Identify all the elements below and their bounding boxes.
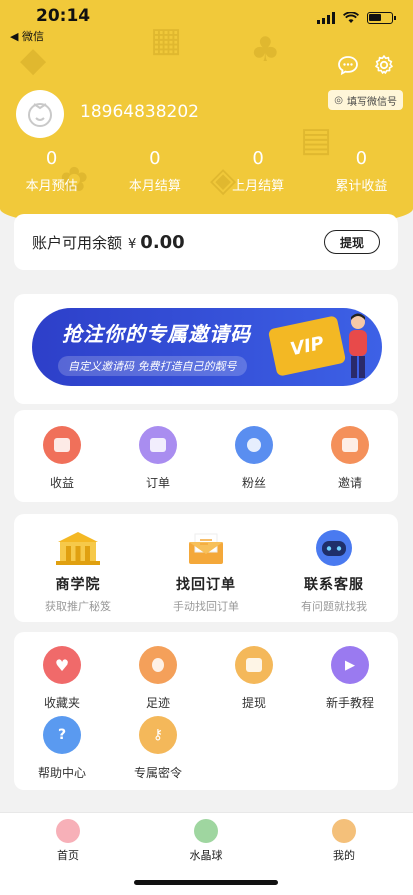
status-time: 20:14 [36, 6, 91, 26]
stat-value: 0 [45, 148, 58, 169]
service-desc: 手动找回订单 [173, 600, 239, 613]
action-earnings[interactable]: 收益 [14, 426, 110, 491]
cellular-signal-icon [317, 12, 335, 24]
service-name: 联系客服 [304, 577, 364, 593]
tools-card: ♥ 收藏夹 足迹 提现 ▶ 新手教程 ? 帮助中心 ⚷ 专属密令 [14, 632, 398, 790]
home-indicator [134, 880, 278, 885]
tool-withdraw[interactable]: 提现 [206, 646, 302, 711]
settings-gear-icon[interactable] [373, 54, 395, 76]
action-label: 粉丝 [241, 476, 266, 490]
service-find-order[interactable]: 找回订单 手动找回订单 [142, 528, 270, 614]
withdraw-button[interactable]: 提现 [324, 230, 380, 254]
stat-value: 0 [355, 148, 368, 169]
banner-card: 抢注你的专属邀请码 自定义邀请码 免费打造自己的靓号 VIP [14, 294, 398, 404]
back-to-app-link[interactable]: ◀ 微信 [10, 28, 44, 44]
tool-exclusive-code[interactable]: ⚷ 专属密令 [110, 716, 206, 781]
service-business-school[interactable]: 商学院 获取推广秘笈 [14, 528, 142, 614]
footprint-icon [139, 646, 177, 684]
balance-label: 账户可用余额 [32, 234, 123, 252]
tab-label: 首页 [57, 849, 79, 862]
orders-icon [139, 426, 177, 464]
envelope-icon [189, 533, 223, 564]
tool-label: 提现 [241, 696, 266, 710]
home-icon [56, 819, 80, 843]
tool-favorites[interactable]: ♥ 收藏夹 [14, 646, 110, 711]
stat-label: 本月预估 [25, 179, 78, 194]
help-question-icon: ? [43, 716, 81, 754]
service-desc: 有问题就找我 [301, 600, 367, 613]
tool-label: 收藏夹 [43, 696, 80, 710]
fill-wechat-label: 填写微信号 [347, 96, 397, 108]
fill-wechat-button[interactable]: ◎ 填写微信号 [328, 90, 403, 110]
avatar-placeholder-icon [28, 103, 52, 127]
action-label: 订单 [145, 476, 170, 490]
wechat-icon: ◎ [334, 94, 343, 106]
person-illustration [349, 313, 367, 378]
wifi-icon [343, 12, 359, 23]
invite-code-banner[interactable]: 抢注你的专属邀请码 自定义邀请码 免费打造自己的靓号 VIP [32, 308, 382, 386]
action-fans[interactable]: 粉丝 [206, 426, 302, 491]
wallet-icon [235, 646, 273, 684]
service-desc: 获取推广秘笈 [45, 600, 111, 613]
balance-row: 账户可用余额 ¥0.00 [32, 232, 185, 253]
stat-label: 上月结算 [232, 179, 285, 194]
action-invite[interactable]: 邀请 [302, 426, 398, 491]
quick-actions-card: 收益 订单 粉丝 邀请 [14, 410, 398, 502]
tab-mine[interactable]: 我的 [304, 819, 384, 863]
invite-gift-icon [331, 426, 369, 464]
vip-badge: VIP [267, 315, 347, 377]
stat-last-month-settled[interactable]: 0 上月结算 [207, 148, 310, 194]
stat-monthly-estimate[interactable]: 0 本月预估 [0, 148, 103, 194]
business-school-icon [56, 532, 100, 565]
stat-total-earnings[interactable]: 0 累计收益 [310, 148, 413, 194]
earnings-stats: 0 本月预估 0 本月结算 0 上月结算 0 累计收益 [0, 148, 413, 194]
tab-label: 水晶球 [189, 849, 223, 862]
tab-label: 我的 [333, 849, 355, 862]
user-phone-number: 18964838202 [80, 102, 199, 122]
tool-label: 新手教程 [325, 696, 374, 710]
service-name: 找回订单 [176, 577, 236, 593]
stat-label: 累计收益 [335, 179, 388, 194]
key-icon: ⚷ [139, 716, 177, 754]
banner-subtitle: 自定义邀请码 免费打造自己的靓号 [58, 356, 247, 376]
action-orders[interactable]: 订单 [110, 426, 206, 491]
heart-icon: ♥ [43, 646, 81, 684]
action-label: 收益 [49, 476, 74, 490]
robot-support-icon [316, 530, 352, 566]
stat-label: 本月结算 [128, 179, 181, 194]
avatar[interactable] [16, 90, 64, 138]
balance-card: 账户可用余额 ¥0.00 提现 [14, 214, 398, 270]
tool-tutorial[interactable]: ▶ 新手教程 [302, 646, 398, 711]
video-play-icon: ▶ [331, 646, 369, 684]
tool-label: 足迹 [145, 696, 170, 710]
tool-help-center[interactable]: ? 帮助中心 [14, 716, 110, 781]
action-label: 邀请 [337, 476, 362, 490]
message-icon[interactable] [337, 54, 359, 76]
stat-monthly-settled[interactable]: 0 本月结算 [103, 148, 206, 194]
earnings-icon [43, 426, 81, 464]
tool-label: 帮助中心 [37, 766, 86, 780]
tool-footprint[interactable]: 足迹 [110, 646, 206, 711]
stat-value: 0 [252, 148, 264, 169]
profile-icon [332, 819, 356, 843]
service-contact-support[interactable]: 联系客服 有问题就找我 [270, 528, 398, 614]
fans-icon [235, 426, 273, 464]
service-name: 商学院 [55, 577, 101, 593]
tool-label: 专属密令 [133, 766, 182, 780]
balance-amount: 0.00 [140, 232, 185, 253]
crystal-ball-icon [194, 819, 218, 843]
status-bar: 20:14 ◀ 微信 [0, 0, 413, 44]
stat-value: 0 [149, 148, 161, 169]
battery-icon [367, 12, 396, 24]
banner-title: 抢注你的专属邀请码 [62, 322, 251, 346]
tab-home[interactable]: 首页 [28, 819, 108, 863]
services-card: 商学院 获取推广秘笈 找回订单 手动找回订单 联系客服 有问题就找我 [14, 514, 398, 622]
tab-crystal-ball[interactable]: 水晶球 [166, 819, 246, 863]
currency-symbol: ¥ [128, 237, 137, 252]
